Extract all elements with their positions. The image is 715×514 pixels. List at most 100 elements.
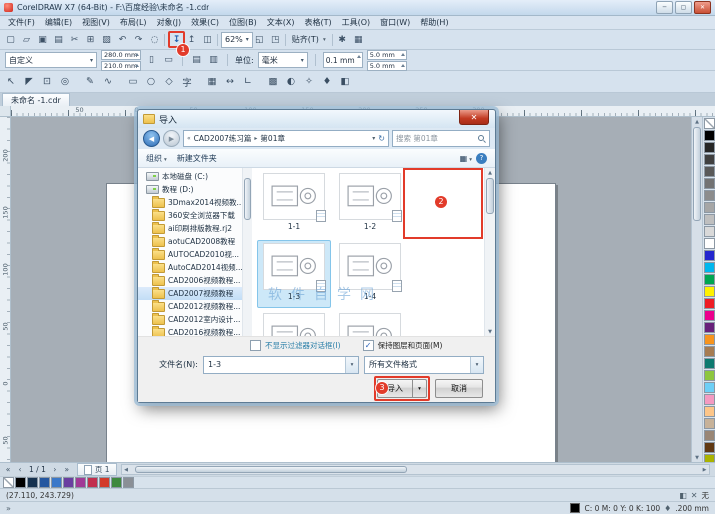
menu-item[interactable]: 对象(J): [152, 17, 187, 28]
menu-item[interactable]: 布局(L): [115, 17, 152, 28]
breadcrumb[interactable]: « CAD2007练习篇 ▸ 第01章 ▾ ↻: [183, 130, 389, 147]
color-eyedropper-tool[interactable]: ✧: [302, 75, 316, 89]
scroll-down-arrow[interactable]: ▼: [485, 327, 495, 336]
menu-item[interactable]: 表格(T): [299, 17, 336, 28]
no-color-swatch[interactable]: [704, 118, 715, 129]
color-swatch[interactable]: [63, 477, 74, 488]
landscape-button[interactable]: ▭: [162, 54, 175, 67]
scrollbar-thumb[interactable]: [693, 127, 701, 221]
drop-shadow-tool[interactable]: ▩: [266, 75, 280, 89]
color-swatch[interactable]: [704, 322, 715, 333]
color-swatch[interactable]: [704, 130, 715, 141]
color-swatch[interactable]: [111, 477, 122, 488]
copy-icon[interactable]: ⊞: [84, 33, 97, 46]
options-icon[interactable]: ✱: [336, 33, 349, 46]
color-swatch[interactable]: [704, 250, 715, 261]
vertical-scrollbar[interactable]: ▲ ▼: [691, 117, 702, 462]
scroll-down-arrow[interactable]: ▼: [692, 453, 702, 462]
status-expand-icon[interactable]: »: [6, 504, 11, 513]
scrollbar-thumb[interactable]: [135, 466, 407, 473]
redo-icon[interactable]: ↷: [132, 33, 145, 46]
publish-pdf-icon[interactable]: ◫: [201, 33, 214, 46]
color-swatch[interactable]: [704, 382, 715, 393]
transparency-tool[interactable]: ◐: [284, 75, 298, 89]
application-launcher-icon[interactable]: ▦: [352, 33, 365, 46]
keep-layers-checkbox[interactable]: ✓: [363, 340, 374, 351]
undo-icon[interactable]: ↶: [116, 33, 129, 46]
save-icon[interactable]: ▣: [36, 33, 49, 46]
polygon-tool[interactable]: ◇: [162, 75, 176, 89]
freehand-tool[interactable]: ✎: [83, 75, 97, 89]
chevron-down-icon[interactable]: ▾: [345, 357, 358, 373]
rectangle-tool[interactable]: ▭: [126, 75, 140, 89]
units-select[interactable]: 毫米 ▾: [258, 52, 308, 68]
color-swatch[interactable]: [704, 262, 715, 273]
cancel-button[interactable]: 取消: [435, 379, 483, 398]
refresh-icon[interactable]: ↻: [378, 134, 385, 143]
previous-page-button[interactable]: ‹: [15, 465, 25, 474]
color-swatch[interactable]: [704, 286, 715, 297]
menu-item[interactable]: 工具(O): [337, 17, 376, 28]
chevron-down-icon[interactable]: ▾: [470, 357, 483, 373]
nudge-distance-input[interactable]: 0.1 mm: [323, 52, 363, 68]
import-dropdown-icon[interactable]: ▾: [412, 380, 426, 397]
current-page-button[interactable]: ▥: [207, 54, 220, 67]
breadcrumb-collapse-icon[interactable]: «: [187, 135, 191, 142]
tree-item[interactable]: CAD2007视频教程: [138, 287, 242, 300]
view-mode-icon[interactable]: ◳: [269, 33, 282, 46]
last-page-button[interactable]: »: [62, 465, 72, 474]
color-swatch[interactable]: [123, 477, 134, 488]
breadcrumb-folder[interactable]: CAD2007练习篇: [194, 133, 252, 144]
tree-item[interactable]: ai印刷排版教程.rj2: [138, 222, 242, 235]
color-swatch[interactable]: [704, 310, 715, 321]
print-icon[interactable]: ▤: [52, 33, 65, 46]
scrollbar-thumb[interactable]: [486, 178, 494, 214]
no-color-swatch[interactable]: [3, 477, 14, 488]
page-size-preset-select[interactable]: 自定义 ▾: [5, 52, 97, 68]
color-swatch[interactable]: [704, 358, 715, 369]
document-tab[interactable]: 未命名 -1.cdr: [2, 93, 70, 106]
export-icon[interactable]: ↥: [185, 33, 198, 46]
color-swatch[interactable]: [704, 394, 715, 405]
tree-scrollbar[interactable]: [242, 168, 252, 336]
file-item[interactable]: 1-2: [333, 170, 407, 238]
cut-icon[interactable]: ✂: [68, 33, 81, 46]
ellipse-tool[interactable]: ○: [144, 75, 158, 89]
minimize-button[interactable]: ─: [656, 1, 673, 14]
tree-item[interactable]: CAD2012视频教程...: [138, 300, 242, 313]
fullscreen-preview-icon[interactable]: ◱: [253, 33, 266, 46]
outline-pen-tool[interactable]: ♦: [320, 75, 334, 89]
page-tab[interactable]: 页 1: [77, 463, 117, 476]
color-swatch[interactable]: [27, 477, 38, 488]
text-tool[interactable]: 字: [180, 75, 194, 89]
zoom-level-select[interactable]: 62% ▾: [221, 32, 253, 48]
close-button[interactable]: ✕: [694, 1, 711, 14]
menu-item[interactable]: 文件(F): [3, 17, 40, 28]
organize-button[interactable]: 组织▾: [146, 153, 167, 164]
forward-button[interactable]: ▶: [163, 130, 180, 147]
color-swatch[interactable]: [704, 442, 715, 453]
tree-item[interactable]: CAD2016视频教程...: [138, 326, 242, 336]
color-swatch[interactable]: [704, 430, 715, 441]
shape-tool[interactable]: ◤: [22, 75, 36, 89]
tree-item[interactable]: 本地磁盘 (C:): [138, 170, 242, 183]
new-document-icon[interactable]: ▢: [4, 33, 17, 46]
scrollbar-thumb[interactable]: [244, 178, 251, 220]
tree-item[interactable]: 教程 (D:): [138, 183, 242, 196]
color-swatch[interactable]: [704, 370, 715, 381]
tree-item[interactable]: CAD2012室内设计...: [138, 313, 242, 326]
paste-icon[interactable]: ▨: [100, 33, 113, 46]
artistic-media-tool[interactable]: ∿: [101, 75, 115, 89]
menu-item[interactable]: 视图(V): [77, 17, 115, 28]
color-swatch[interactable]: [704, 226, 715, 237]
color-swatch[interactable]: [704, 406, 715, 417]
color-swatch[interactable]: [704, 142, 715, 153]
tree-item[interactable]: CAD2006视频教程...: [138, 274, 242, 287]
color-swatch[interactable]: [704, 166, 715, 177]
crop-tool[interactable]: ⊡: [40, 75, 54, 89]
new-folder-button[interactable]: 新建文件夹: [177, 153, 217, 164]
color-swatch[interactable]: [704, 154, 715, 165]
next-page-button[interactable]: ›: [50, 465, 60, 474]
menu-item[interactable]: 文本(X): [262, 17, 300, 28]
color-swatch[interactable]: [51, 477, 62, 488]
